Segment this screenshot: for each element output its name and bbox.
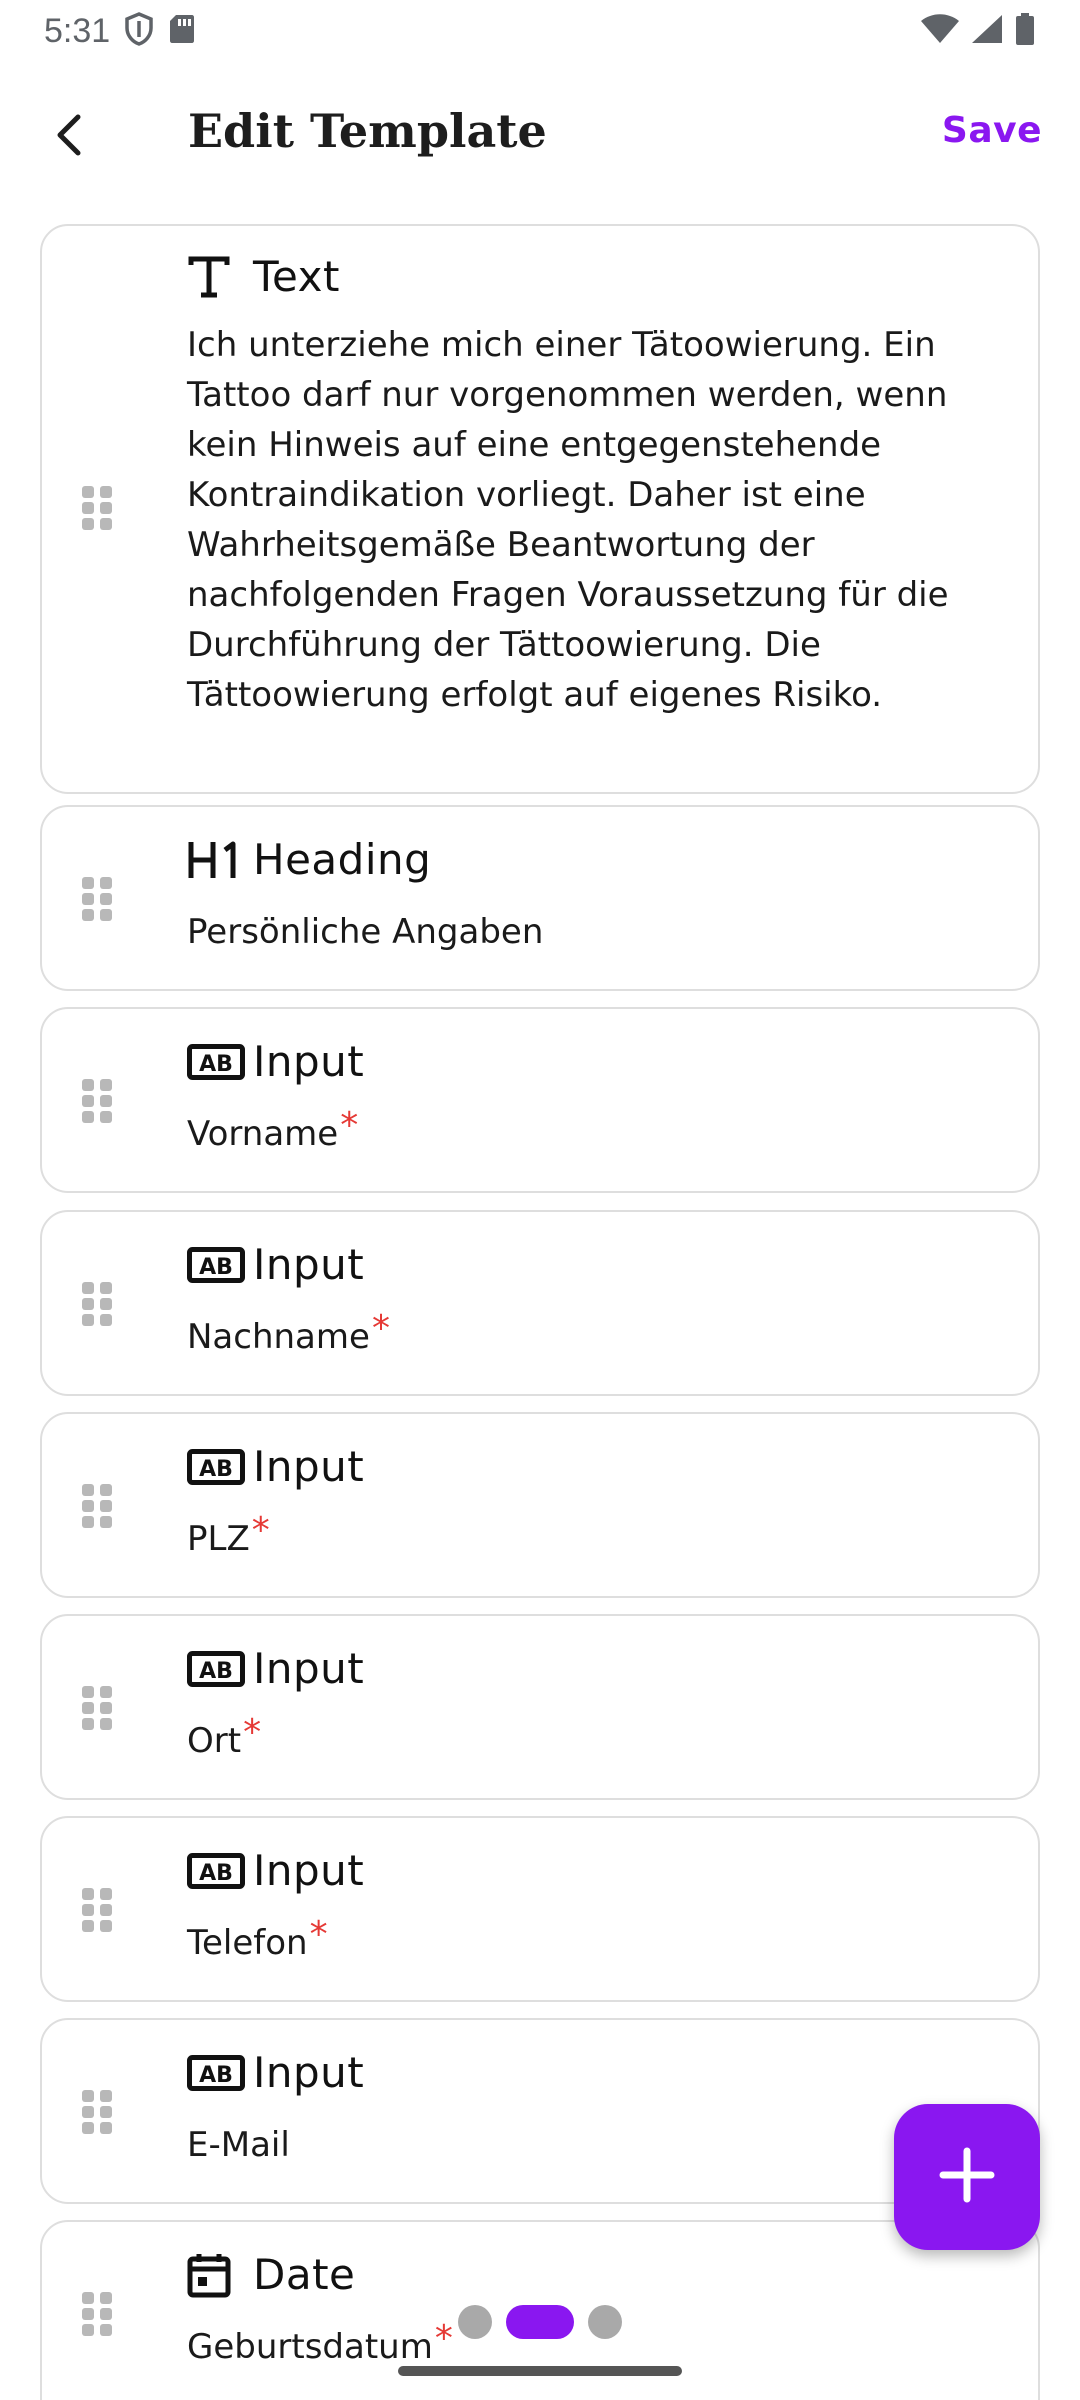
field-type-label: Heading	[253, 835, 432, 884]
field-card-text[interactable]: Text Ich unterziehe mich einer Tätoowier…	[40, 224, 1040, 794]
field-card-input[interactable]: AB Input E-Mail	[40, 2018, 1040, 2204]
app-bar: Edit Template Save	[0, 70, 1080, 204]
field-label: Ort	[187, 1721, 242, 1761]
drag-handle-icon[interactable]	[82, 1282, 114, 1326]
field-type-label: Input	[253, 1644, 365, 1693]
field-type-label: Input	[253, 1240, 365, 1289]
svg-text:AB: AB	[199, 1861, 233, 1886]
status-time: 5:31	[44, 11, 111, 50]
field-card-heading[interactable]: Heading Persönliche Angaben	[40, 805, 1040, 991]
battery-icon	[1014, 12, 1036, 50]
field-label: Geburtsdatum	[187, 2327, 433, 2367]
required-asterisk: *	[309, 1914, 328, 1955]
required-asterisk: *	[251, 1510, 270, 1551]
page-title: Edit Template	[188, 104, 547, 158]
calendar-icon	[187, 2252, 245, 2298]
input-ab-icon: AB	[187, 1039, 245, 1085]
drag-handle-icon[interactable]	[82, 1686, 114, 1730]
field-card-input[interactable]: AB Input Nachname*	[40, 1210, 1040, 1396]
page-indicator	[458, 2305, 622, 2339]
required-asterisk: *	[371, 1308, 390, 1349]
field-type-label: Text	[253, 252, 340, 301]
field-text-content: Ich unterziehe mich einer Tätoowierung. …	[187, 325, 949, 715]
add-field-button[interactable]	[894, 2104, 1040, 2250]
field-card-input[interactable]: AB Input PLZ*	[40, 1412, 1040, 1598]
field-card-input[interactable]: AB Input Telefon*	[40, 1816, 1040, 2002]
field-label: PLZ	[187, 1519, 250, 1559]
field-type-label: Input	[253, 1037, 365, 1086]
drag-handle-icon[interactable]	[82, 2090, 114, 2134]
drag-handle-icon[interactable]	[82, 1888, 114, 1932]
text-icon	[187, 254, 245, 300]
page-dot[interactable]	[588, 2305, 622, 2339]
field-type-label: Input	[253, 1846, 365, 1895]
svg-text:AB: AB	[199, 1052, 233, 1077]
edit-template-screen: 5:31 Edit Template Save Text Ich unterzi…	[0, 0, 1080, 2400]
shield-icon	[124, 12, 154, 50]
required-asterisk: *	[434, 2318, 453, 2359]
status-bar: 5:31	[0, 0, 1080, 62]
field-label: Telefon	[187, 1923, 308, 1963]
required-asterisk: *	[340, 1105, 359, 1146]
field-label: E-Mail	[187, 2125, 290, 2165]
field-label: Nachname	[187, 1317, 370, 1357]
svg-text:AB: AB	[199, 1457, 233, 1482]
heading-h1-icon	[187, 837, 245, 883]
field-type-label: Input	[253, 2048, 365, 2097]
input-ab-icon: AB	[187, 2050, 245, 2096]
svg-text:AB: AB	[199, 2063, 233, 2088]
gesture-nav-handle[interactable]	[398, 2366, 682, 2376]
field-content: Persönliche Angaben	[187, 912, 544, 952]
input-ab-icon: AB	[187, 1646, 245, 1692]
page-dot-active[interactable]	[506, 2305, 574, 2339]
required-asterisk: *	[243, 1712, 262, 1753]
drag-handle-icon[interactable]	[82, 2292, 114, 2336]
drag-handle-icon[interactable]	[82, 877, 114, 921]
drag-handle-icon[interactable]	[82, 486, 114, 530]
back-button[interactable]	[36, 103, 104, 171]
sd-card-icon	[168, 13, 196, 49]
page-dot[interactable]	[458, 2305, 492, 2339]
save-button[interactable]: Save	[942, 110, 1042, 151]
svg-text:AB: AB	[199, 1255, 233, 1280]
input-ab-icon: AB	[187, 1444, 245, 1490]
field-type-label: Input	[253, 1442, 365, 1491]
cell-signal-icon	[970, 13, 1004, 49]
field-type-label: Date	[253, 2250, 356, 2299]
drag-handle-icon[interactable]	[82, 1079, 114, 1123]
field-label: Vorname	[187, 1114, 339, 1154]
chevron-left-icon	[50, 113, 90, 161]
input-ab-icon: AB	[187, 1848, 245, 1894]
input-ab-icon: AB	[187, 1242, 245, 1288]
svg-text:AB: AB	[199, 1659, 233, 1684]
drag-handle-icon[interactable]	[82, 1484, 114, 1528]
wifi-icon	[920, 13, 960, 49]
field-card-input[interactable]: AB Input Vorname*	[40, 1007, 1040, 1193]
plus-icon	[939, 2147, 995, 2207]
field-card-input[interactable]: AB Input Ort*	[40, 1614, 1040, 1800]
